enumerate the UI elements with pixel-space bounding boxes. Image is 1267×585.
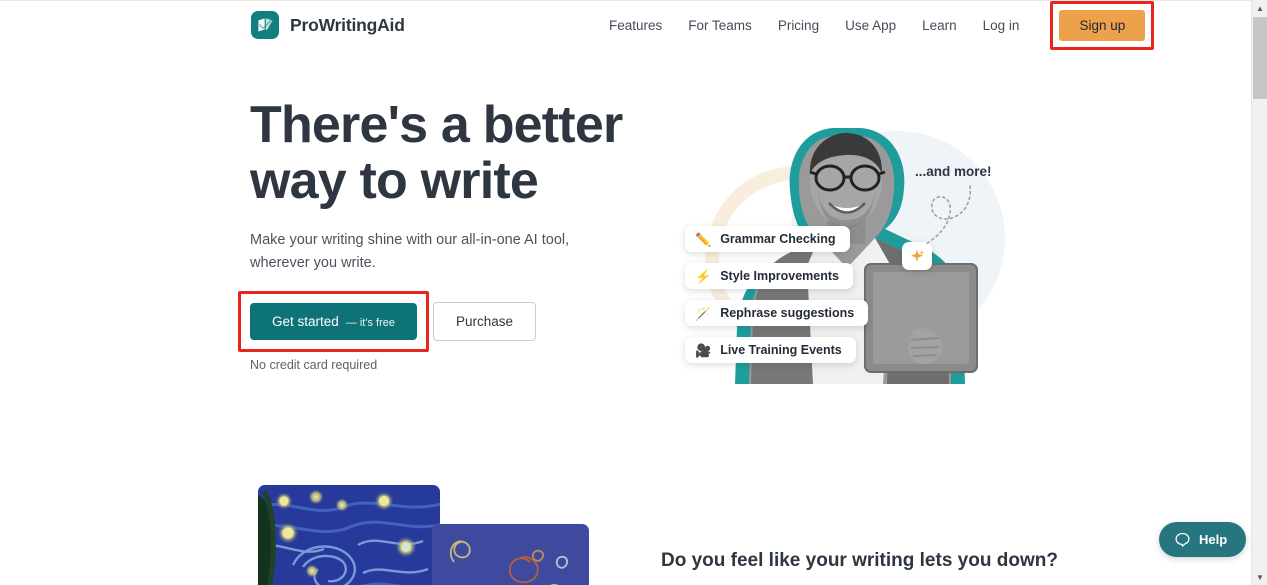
feature-pill-label: Live Training Events xyxy=(720,343,842,357)
no-credit-card-note: No credit card required xyxy=(250,358,378,372)
nav-link-use-app[interactable]: Use App xyxy=(832,12,909,39)
page-root: ProWritingAid Features For Teams Pricing… xyxy=(0,0,1267,585)
feature-pill-style-improvements[interactable]: ⚡ Style Improvements xyxy=(685,263,853,289)
primary-nav: Features For Teams Pricing Use App Learn… xyxy=(596,1,1155,50)
brand-name: ProWritingAid xyxy=(290,14,405,35)
nav-link-for-teams[interactable]: For Teams xyxy=(675,12,765,39)
get-started-label: Get started xyxy=(272,314,339,329)
nav-link-features[interactable]: Features xyxy=(596,12,675,39)
get-started-wrapper: Get started — it's free xyxy=(238,291,429,352)
magic-wand-icon: 🪄 xyxy=(695,305,712,321)
get-started-button[interactable]: Get started — it's free xyxy=(250,303,417,340)
scrollbar-thumb[interactable] xyxy=(1253,17,1267,99)
feature-pill-list: ✏️ Grammar Checking ⚡ Style Improvements… xyxy=(685,226,869,363)
browser-viewport: ProWritingAid Features For Teams Pricing… xyxy=(0,0,1251,585)
signup-button[interactable]: Sign up xyxy=(1059,10,1146,41)
feature-pill-label: Style Improvements xyxy=(720,269,839,283)
feature-pill-label: Rephrase suggestions xyxy=(720,306,855,320)
feature-pill-live-training-events[interactable]: 🎥 Live Training Events xyxy=(685,337,856,363)
blue-doodle-artwork xyxy=(432,524,589,585)
page-scrollbar[interactable]: ▲ ▼ xyxy=(1251,0,1267,585)
hero-illustration: ✏️ Grammar Checking ⚡ Style Improvements… xyxy=(640,96,1040,386)
section-heading: Do you feel like your writing lets you d… xyxy=(661,550,1058,571)
feature-pill-label: Grammar Checking xyxy=(720,232,836,246)
nav-link-log-in[interactable]: Log in xyxy=(970,12,1033,39)
signup-button-wrapper: Sign up xyxy=(1050,1,1155,50)
hero-subtitle: Make your writing shine with our all-in-… xyxy=(250,232,570,272)
book-check-icon xyxy=(251,11,279,39)
movie-camera-icon: 🎥 xyxy=(695,342,712,358)
caret-up-icon[interactable]: ▲ xyxy=(1252,0,1267,16)
lightning-icon: ⚡ xyxy=(695,268,712,284)
cta-row: Get started — it's free Purchase xyxy=(238,291,537,352)
pencil-icon: ✏️ xyxy=(695,231,712,247)
page-title: There's a better way to write xyxy=(250,96,623,211)
and-more-annotation: ...and more! xyxy=(915,164,992,179)
dotted-curl-arrow-icon xyxy=(925,185,972,245)
help-widget-button[interactable]: Help xyxy=(1159,522,1247,557)
feature-pill-rephrase-suggestions[interactable]: 🪄 Rephrase suggestions xyxy=(685,300,869,326)
brand-logo[interactable]: ProWritingAid xyxy=(251,11,405,39)
starry-night-artwork xyxy=(258,485,440,585)
speech-bubble-icon xyxy=(1175,532,1190,547)
nav-link-pricing[interactable]: Pricing xyxy=(765,12,832,39)
nav-link-learn[interactable]: Learn xyxy=(909,12,970,39)
get-started-free-note: — it's free xyxy=(345,317,395,329)
purchase-button[interactable]: Purchase xyxy=(432,302,537,341)
help-widget-label: Help xyxy=(1199,532,1228,547)
feature-pill-grammar-checking[interactable]: ✏️ Grammar Checking xyxy=(685,226,850,252)
caret-down-icon[interactable]: ▼ xyxy=(1252,569,1267,585)
site-header: ProWritingAid Features For Teams Pricing… xyxy=(0,1,1251,50)
